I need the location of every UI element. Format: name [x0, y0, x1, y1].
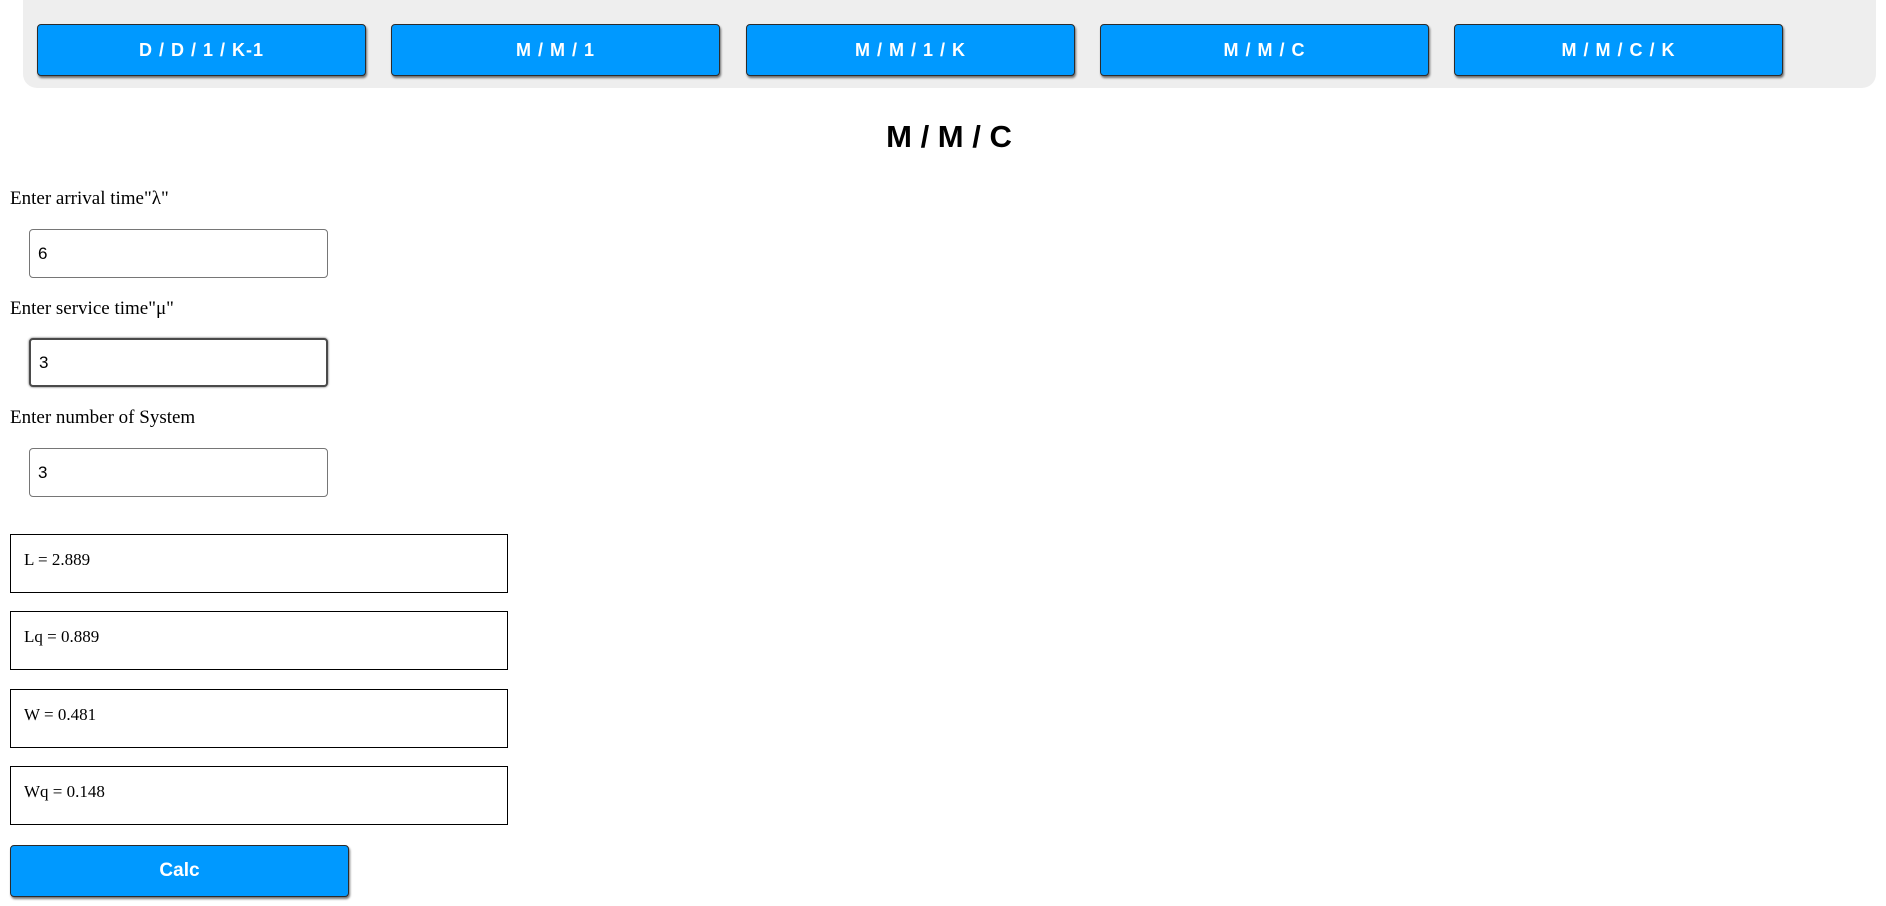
arrival-time-label: Enter arrival time"λ" [10, 188, 169, 209]
number-of-system-label: Enter number of System [10, 407, 196, 428]
page-title: M / M / C [886, 119, 1012, 154]
service-time-input[interactable] [29, 338, 328, 387]
model-nav-bar: D / D / 1 / K-1 M / M / 1 M / M / 1 / K … [23, 0, 1876, 88]
result-Lq: Lq = 0.889 [10, 611, 508, 670]
calc-button[interactable]: Calc [10, 845, 349, 897]
nav-button-mmc[interactable]: M / M / C [1100, 24, 1429, 76]
nav-button-dd1k[interactable]: D / D / 1 / K-1 [37, 24, 366, 76]
service-time-label: Enter service time"μ" [10, 298, 174, 319]
nav-button-mm1k[interactable]: M / M / 1 / K [746, 24, 1075, 76]
result-Wq: Wq = 0.148 [10, 766, 508, 825]
result-W: W = 0.481 [10, 689, 508, 748]
number-of-system-input[interactable] [29, 448, 328, 497]
result-L: L = 2.889 [10, 534, 508, 593]
nav-button-mm1[interactable]: M / M / 1 [391, 24, 720, 76]
arrival-time-input[interactable] [29, 229, 328, 278]
nav-button-mmck[interactable]: M / M / C / K [1454, 24, 1783, 76]
